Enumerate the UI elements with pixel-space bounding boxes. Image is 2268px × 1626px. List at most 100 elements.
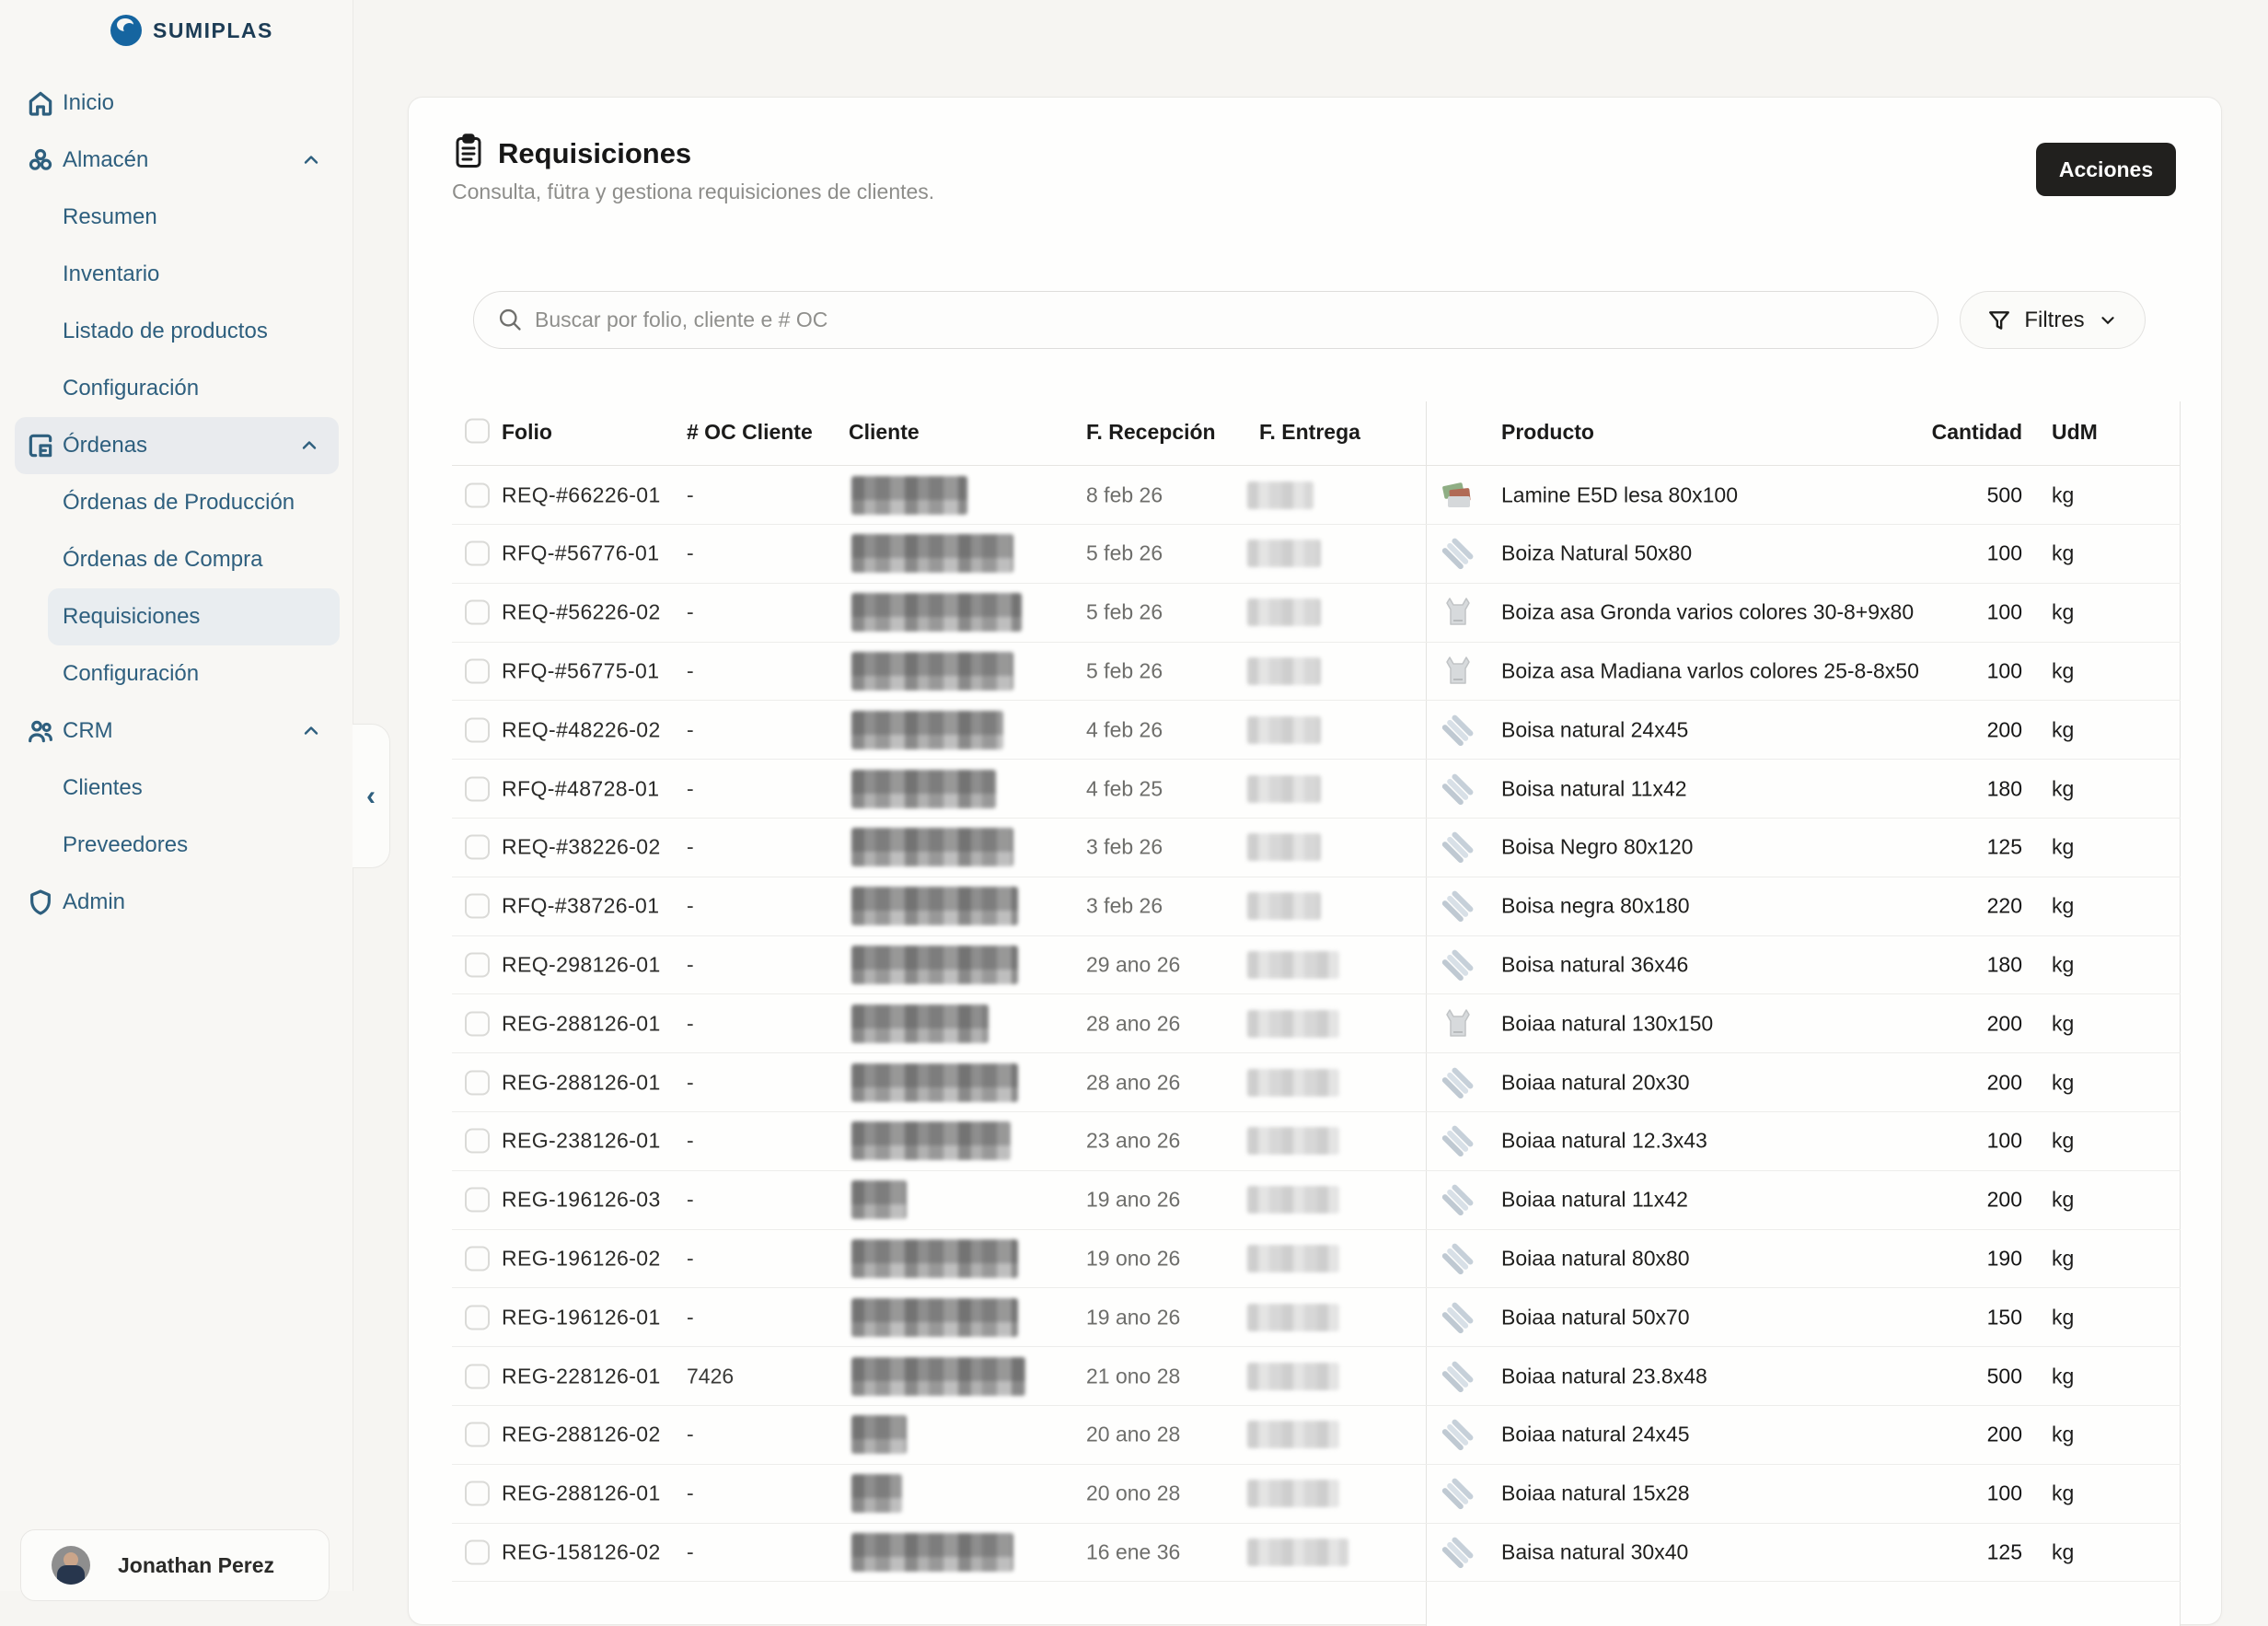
cell-folio: REQ-#56226-02 <box>502 600 661 625</box>
sidebar-item-almac-n[interactable]: Almacén <box>0 132 353 189</box>
row-checkbox[interactable] <box>465 717 490 742</box>
table-row[interactable]: RFQ-#56776-01-5 feb 26Boiza Natural 50x8… <box>452 525 2181 584</box>
table-row[interactable]: REQ-#66226-01-8 feb 26Lamine E5D lesa 80… <box>452 466 2181 525</box>
cell-udm: kg <box>2052 1481 2074 1506</box>
col-f-entrega: F. Entrega <box>1259 420 1360 445</box>
sidebar-item-crm[interactable]: CRM <box>0 703 353 760</box>
cell-cantidad: 100 <box>1869 1481 2022 1506</box>
row-checkbox[interactable] <box>465 835 490 860</box>
table-row[interactable]: RFQ-#48728-01-4 feb 25Boisa natural 11x4… <box>452 760 2181 819</box>
cell-cliente-redacted <box>851 1298 1018 1337</box>
sidebar-item-label: Inventario <box>63 261 159 287</box>
cell-cantidad: 500 <box>1869 482 2022 507</box>
sidebar-item-inicio[interactable]: Inicio <box>0 75 353 132</box>
cell-cliente-redacted <box>851 1180 907 1219</box>
table-row[interactable]: RFQ-#38726-01-3 feb 26Boisa negra 80x180… <box>452 877 2181 936</box>
row-checkbox[interactable] <box>465 1423 490 1447</box>
row-checkbox[interactable] <box>465 541 490 566</box>
flat-bag-icon <box>1439 1121 1477 1160</box>
sidebar-item-listado-de-productos[interactable]: Listado de productos <box>0 303 353 360</box>
row-checkbox[interactable] <box>465 1011 490 1036</box>
cell-cliente-redacted <box>851 1357 1025 1396</box>
search-input[interactable] <box>473 291 1938 349</box>
row-checkbox[interactable] <box>465 952 490 977</box>
cell-f-recepcion: 23 ano 26 <box>1086 1129 1180 1154</box>
sidebar-item-preveedores[interactable]: Preveedores <box>0 817 353 874</box>
row-checkbox[interactable] <box>465 600 490 625</box>
user-card[interactable]: Jonathan Perez <box>20 1529 330 1601</box>
row-checkbox[interactable] <box>465 658 490 683</box>
sidebar-collapse-button[interactable]: ‹ <box>353 724 390 868</box>
sidebar-item-resumen[interactable]: Resumen <box>0 189 353 246</box>
cell-folio: RFQ-#56776-01 <box>502 541 659 566</box>
cell-cliente-redacted <box>851 534 1013 573</box>
sidebar-item--rdenas-de-compra[interactable]: Órdenas de Compra <box>0 531 353 588</box>
chevron-up-icon <box>300 720 322 742</box>
cell-producto: Boiaa natural 20x30 <box>1501 1070 1690 1095</box>
row-checkbox[interactable] <box>465 1305 490 1330</box>
row-checkbox[interactable] <box>465 776 490 801</box>
table-row[interactable]: REQ-#48226-02-4 feb 26Boisa natural 24x4… <box>452 701 2181 760</box>
cell-cliente-redacted <box>851 946 1018 984</box>
table-row[interactable]: REQ-298126-01-29 ano 26Boisa natural 36x… <box>452 935 2181 994</box>
cell-cliente-redacted <box>851 1063 1018 1102</box>
table-row[interactable]: RFQ-#56775-01-5 feb 26Boiza asa Madiana … <box>452 642 2181 701</box>
cell-cantidad: 100 <box>1869 541 2022 566</box>
table-row[interactable]: REG-196126-02-19 ono 26Boiaa natural 80x… <box>452 1229 2181 1288</box>
table-row[interactable]: REQ-#56226-02-5 feb 26Boiza asa Gronda v… <box>452 584 2181 643</box>
row-checkbox[interactable] <box>465 894 490 919</box>
cell-oc-cliente: - <box>687 1188 694 1213</box>
cell-folio: REG-288126-01 <box>502 1011 661 1036</box>
row-checkbox[interactable] <box>465 1188 490 1213</box>
select-all-checkbox[interactable] <box>465 419 490 444</box>
table-row[interactable]: REQ-#38226-02-3 feb 26Boisa Negro 80x120… <box>452 819 2181 877</box>
cell-cantidad: 200 <box>1869 1423 2022 1447</box>
sidebar-item-label: Admin <box>63 889 125 915</box>
row-checkbox[interactable] <box>465 1539 490 1564</box>
table-row[interactable]: REG-196126-01-19 ano 26Boiaa natural 50x… <box>452 1288 2181 1347</box>
flat-bag-icon <box>1439 1357 1477 1396</box>
cell-oc-cliente: - <box>687 894 694 919</box>
table-row[interactable]: REG-228126-01742621 ono 28Boiaa natural … <box>452 1347 2181 1406</box>
cell-udm: kg <box>2052 894 2074 919</box>
cell-cliente-redacted <box>851 1005 989 1043</box>
cell-folio: REG-196126-03 <box>502 1188 661 1213</box>
row-checkbox[interactable] <box>465 1364 490 1388</box>
cell-producto: Baisa natural 30x40 <box>1501 1539 1688 1564</box>
brand-name: SUMIPLAS <box>153 18 273 43</box>
table-row[interactable]: REG-288126-01-28 ano 26Boiaa natural 130… <box>452 994 2181 1053</box>
row-checkbox[interactable] <box>465 1246 490 1271</box>
sidebar-item--rdenas-de-producci-n[interactable]: Órdenas de Producción <box>0 474 353 531</box>
table-row[interactable]: REG-288126-02-20 ano 28Boiaa natural 24x… <box>452 1406 2181 1465</box>
sidebar-item-label: Clientes <box>63 775 143 801</box>
sidebar-item-inventario[interactable]: Inventario <box>0 246 353 303</box>
table-row[interactable]: REG-288126-01-20 ono 28Boiaa natural 15x… <box>452 1465 2181 1524</box>
row-checkbox[interactable] <box>465 1481 490 1506</box>
handle-bag-icon <box>1439 593 1477 632</box>
sidebar-item-clientes[interactable]: Clientes <box>0 760 353 817</box>
table-row[interactable]: REG-158126-02-16 ene 36Baisa natural 30x… <box>452 1523 2181 1582</box>
cell-cliente-redacted <box>851 593 1022 632</box>
cell-f-recepcion: 16 ene 36 <box>1086 1539 1180 1564</box>
sidebar-item-requisiciones[interactable]: Requisiciones <box>48 588 340 645</box>
sidebar-item-label: Órdenas de Producción <box>63 490 295 516</box>
cell-folio: REQ-298126-01 <box>502 952 661 977</box>
col-cliente: Cliente <box>849 420 920 445</box>
row-checkbox[interactable] <box>465 482 490 507</box>
row-checkbox[interactable] <box>465 1129 490 1154</box>
sidebar-item-admin[interactable]: Admin <box>0 874 353 931</box>
table-row[interactable]: REG-288126-01-28 ano 26Boiaa natural 20x… <box>452 1053 2181 1112</box>
sidebar-item--rdenas[interactable]: Órdenas <box>15 417 339 474</box>
sidebar-item-configuraci-n[interactable]: Configuración <box>0 360 353 417</box>
table-row[interactable]: REG-196126-03-19 ano 26Boiaa natural 11x… <box>452 1171 2181 1230</box>
cell-f-recepcion: 21 ono 28 <box>1086 1364 1180 1388</box>
filters-button[interactable]: Filtres <box>1960 291 2146 349</box>
cell-f-recepcion: 19 ono 26 <box>1086 1246 1180 1271</box>
cell-producto: Boisa natural 24x45 <box>1501 717 1688 742</box>
actions-button[interactable]: Acciones <box>2036 143 2176 196</box>
sidebar-item-configuraci-n[interactable]: Configuración <box>0 645 353 703</box>
row-checkbox[interactable] <box>465 1070 490 1095</box>
shield-icon <box>26 888 55 917</box>
col-oc-cliente: # OC Cliente <box>687 420 813 445</box>
table-row[interactable]: REG-238126-01-23 ano 26Boiaa natural 12.… <box>452 1112 2181 1171</box>
